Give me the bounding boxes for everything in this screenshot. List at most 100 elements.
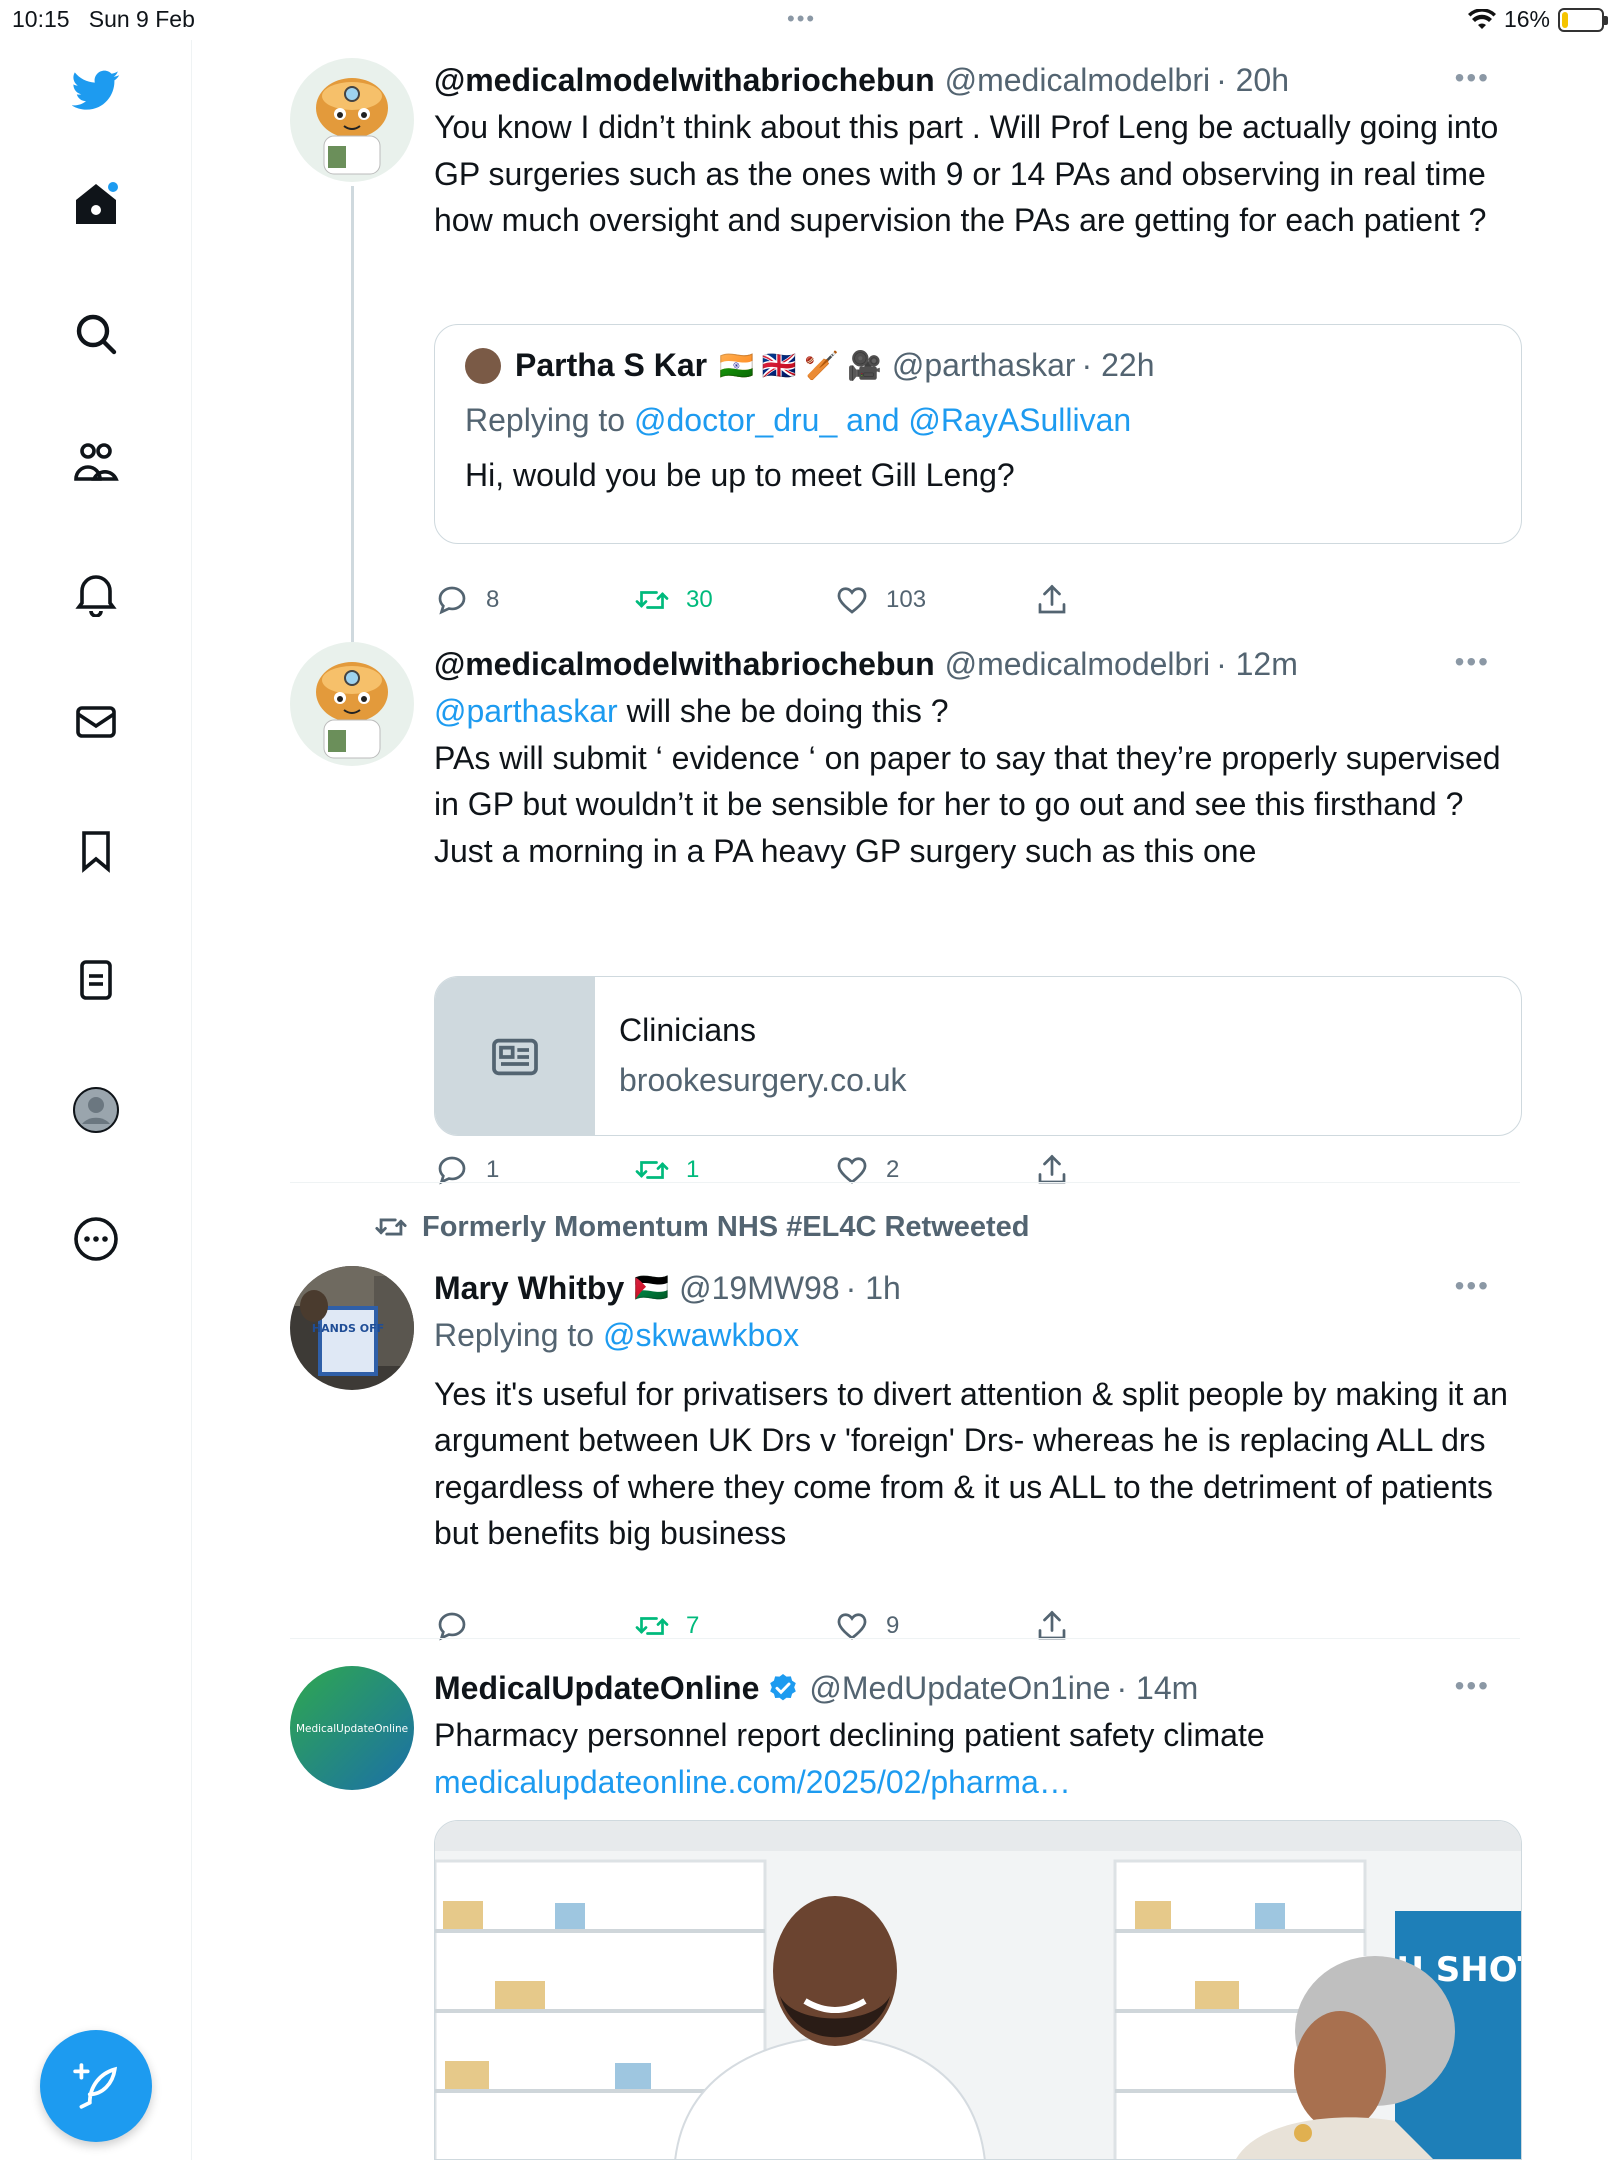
flag-emoji: 🇵🇸 bbox=[634, 1272, 670, 1303]
retweeted-by-text: Formerly Momentum NHS #EL4C Retweeted bbox=[422, 1210, 1030, 1243]
retweet-count: 30 bbox=[686, 586, 713, 613]
compose-feather-icon bbox=[73, 2063, 118, 2109]
replying-to-label: Replying to bbox=[434, 1317, 595, 1353]
article-placeholder-icon bbox=[435, 977, 595, 1135]
battery-level bbox=[1562, 11, 1569, 28]
display-name[interactable]: MedicalUpdateOnline bbox=[434, 1666, 759, 1710]
share-icon bbox=[1038, 584, 1066, 614]
avatar-medicalupdateonline[interactable]: MedicalUpdateOnline bbox=[290, 1666, 414, 1790]
quoted-tweet[interactable]: Partha S Kar 🇮🇳 🇬🇧 🏏 🎥 @parthaskar · 22h… bbox=[434, 324, 1522, 544]
tweet-more-icon[interactable]: ••• bbox=[1455, 646, 1490, 678]
profile-avatar-icon[interactable] bbox=[60, 1074, 132, 1146]
reply-count: 8 bbox=[486, 586, 500, 613]
like-count: 9 bbox=[886, 1612, 900, 1639]
quote-text: Hi, would you be up to meet Gill Leng? bbox=[465, 457, 1015, 493]
reply-icon bbox=[438, 586, 466, 615]
replying-to-handle[interactable]: @skwawkbox bbox=[603, 1317, 799, 1353]
reply-count: 1 bbox=[486, 1156, 500, 1183]
like-button[interactable]: 103 bbox=[834, 582, 1034, 618]
battery-icon bbox=[1558, 7, 1608, 32]
tweet-text: You know I didn’t think about this part … bbox=[434, 109, 1499, 238]
communities-icon[interactable] bbox=[60, 427, 132, 499]
retweet-count: 7 bbox=[686, 1612, 700, 1639]
replying-to-handles[interactable]: @doctor_dru_ and @RayASullivan bbox=[634, 402, 1131, 438]
retweeted-by-line[interactable]: Formerly Momentum NHS #EL4C Retweeted bbox=[374, 1210, 1030, 1244]
messages-envelope-icon[interactable] bbox=[60, 686, 132, 758]
tweet-more-icon[interactable]: ••• bbox=[1455, 1670, 1490, 1702]
display-name[interactable]: @medicalmodelwithabriochebun bbox=[434, 642, 935, 686]
tweet-actions: 8 30 103 bbox=[434, 582, 1234, 618]
user-handle[interactable]: @medicalmodelbri bbox=[945, 642, 1210, 686]
avatar-mary-whitby[interactable]: HANDS OFF bbox=[290, 1266, 414, 1390]
twitter-logo-icon[interactable] bbox=[60, 54, 132, 126]
replying-line: Replying to @skwawkbox bbox=[434, 1312, 1520, 1359]
share-button[interactable] bbox=[1034, 582, 1234, 618]
wifi-icon bbox=[1467, 8, 1496, 29]
replying-to-label: Replying to bbox=[465, 402, 626, 438]
avatar-brioche[interactable] bbox=[290, 58, 414, 182]
tweet-image-pharmacy[interactable]: FLU SHOTS bbox=[434, 1820, 1522, 2160]
status-right: 16% bbox=[1467, 6, 1608, 33]
tweet-header: @medicalmodelwithabriochebun @medicalmod… bbox=[434, 642, 1520, 686]
verified-badge-icon bbox=[770, 1674, 797, 1701]
divider bbox=[290, 1638, 1520, 1639]
tweet-more-icon[interactable]: ••• bbox=[1455, 1270, 1490, 1302]
lists-icon[interactable] bbox=[60, 944, 132, 1016]
avatar-logo-text: MedicalUpdateOnline bbox=[296, 1723, 408, 1735]
card-title: Clinicians bbox=[619, 1012, 756, 1048]
status-time: 10:15 Sun 9 Feb bbox=[12, 6, 195, 32]
tweet-header: MedicalUpdateOnline @MedUpdateOn1ine · 1… bbox=[434, 1666, 1520, 1710]
timestamp[interactable]: · 1h bbox=[846, 1266, 901, 1310]
card-domain: brookesurgery.co.uk bbox=[619, 1062, 907, 1098]
tweet-text: Pharmacy personnel report declining pati… bbox=[434, 1717, 1265, 1753]
divider bbox=[290, 1182, 1520, 1183]
user-handle[interactable]: @medicalmodelbri bbox=[945, 58, 1210, 102]
display-name[interactable]: @medicalmodelwithabriochebun bbox=[434, 58, 935, 102]
retweet-icon bbox=[635, 591, 669, 609]
heart-icon bbox=[837, 587, 867, 614]
like-count: 2 bbox=[886, 1156, 900, 1183]
display-name[interactable]: Mary Whitby bbox=[434, 1266, 624, 1310]
tweet-header: Mary Whitby 🇵🇸 @19MW98 · 1h bbox=[434, 1266, 1520, 1310]
quote-replying-line: Replying to @doctor_dru_ and @RayASulliv… bbox=[465, 402, 1491, 439]
tweet-3[interactable]: Formerly Momentum NHS #EL4C Retweeted HA… bbox=[290, 1210, 1520, 1641]
tweet-text: PAs will submit ‘ evidence ‘ on paper to… bbox=[434, 739, 1501, 869]
quote-timestamp: · 22h bbox=[1081, 347, 1155, 383]
article-link[interactable]: medicalupdateonline.com/2025/02/pharma… bbox=[434, 1759, 1520, 1806]
status-date: Sun 9 Feb bbox=[88, 6, 195, 32]
sidebar bbox=[0, 40, 192, 2160]
status-bar: 10:15 Sun 9 Feb ••• 16% bbox=[0, 0, 1620, 40]
tweet-more-icon[interactable]: ••• bbox=[1455, 62, 1490, 94]
bookmarks-icon[interactable] bbox=[60, 815, 132, 887]
tweet-2[interactable]: @medicalmodelwithabriochebun @medicalmod… bbox=[290, 642, 1522, 1212]
mention-link[interactable]: @parthaskar bbox=[434, 693, 618, 729]
multitasking-dots-icon[interactable]: ••• bbox=[787, 6, 816, 32]
avatar-sign-text: HANDS OFF bbox=[312, 1322, 384, 1335]
tweet-1[interactable]: @medicalmodelwithabriochebun @medicalmod… bbox=[290, 58, 1522, 638]
avatar-brioche[interactable] bbox=[290, 642, 414, 766]
tweet-header: @medicalmodelwithabriochebun @medicalmod… bbox=[434, 58, 1520, 102]
link-card[interactable]: Clinicians brookesurgery.co.uk bbox=[434, 976, 1522, 1136]
compose-tweet-button[interactable] bbox=[40, 2030, 152, 2142]
timestamp[interactable]: · 20h bbox=[1216, 58, 1289, 102]
notifications-bell-icon[interactable] bbox=[60, 557, 132, 629]
more-options-icon[interactable] bbox=[60, 1203, 132, 1275]
reply-button[interactable]: 8 bbox=[434, 582, 634, 618]
like-count: 103 bbox=[886, 586, 927, 613]
quote-avatar bbox=[465, 347, 501, 384]
tweet-4[interactable]: MedicalUpdateOnline MedicalUpdateOnline … bbox=[290, 1666, 1522, 2160]
search-icon[interactable] bbox=[60, 298, 132, 370]
retweet-button[interactable]: 30 bbox=[634, 582, 834, 618]
tweet-text-first-line: @parthaskar will she be doing this ? bbox=[434, 693, 949, 729]
home-icon[interactable] bbox=[60, 168, 132, 240]
user-handle[interactable]: @MedUpdateOn1ine bbox=[809, 1666, 1110, 1710]
timestamp[interactable]: · 12m bbox=[1216, 642, 1298, 686]
retweet-count: 1 bbox=[686, 1156, 700, 1183]
tweet-text: Yes it's useful for privatisers to diver… bbox=[434, 1375, 1508, 1552]
quote-display-name: Partha S Kar bbox=[515, 347, 708, 383]
quote-header: Partha S Kar 🇮🇳 🇬🇧 🏏 🎥 @parthaskar · 22h bbox=[465, 347, 1491, 384]
battery-percent: 16% bbox=[1503, 6, 1550, 32]
quote-handle: @parthaskar bbox=[891, 347, 1076, 383]
timestamp[interactable]: · 14m bbox=[1117, 1666, 1199, 1710]
user-handle[interactable]: @19MW98 bbox=[679, 1266, 840, 1310]
